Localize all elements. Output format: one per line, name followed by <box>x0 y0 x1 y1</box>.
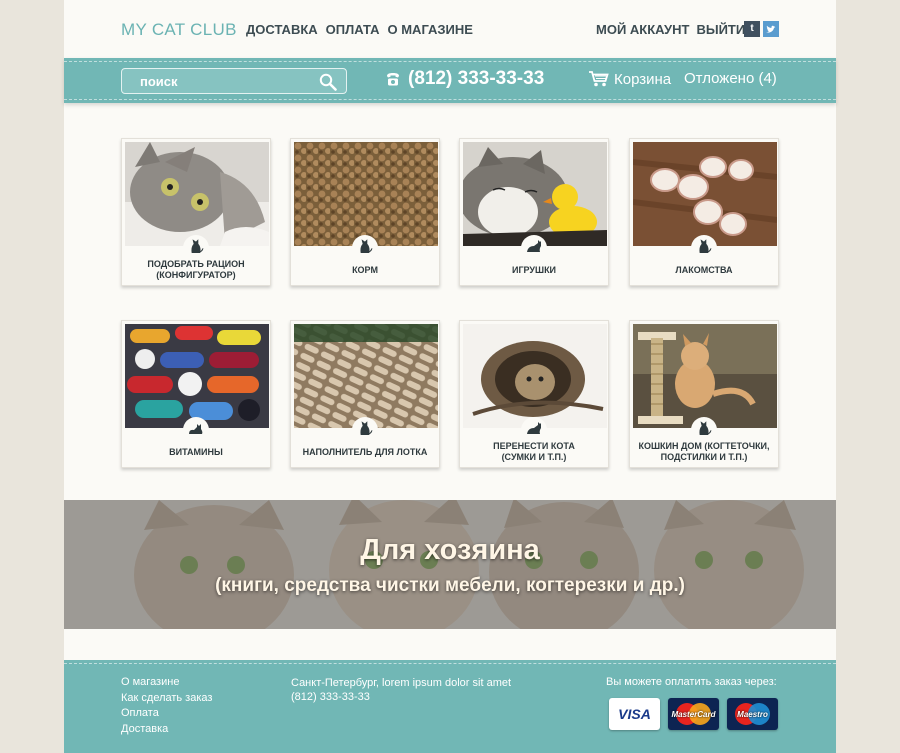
category-tile-treats[interactable]: ЛАКОМСТВА <box>629 138 779 286</box>
category-label: КОРМ <box>352 264 378 275</box>
cat-carrier-photo <box>463 324 607 428</box>
twitter-icon[interactable] <box>763 21 779 37</box>
payment-methods-text: Вы можете оплатить заказ через: <box>606 676 777 688</box>
cart-icon <box>589 71 609 87</box>
category-tile-toys[interactable]: ИГРУШКИ <box>459 138 609 286</box>
cat-sitting-icon <box>691 417 717 437</box>
cat-lying-photo <box>125 142 269 246</box>
social-links: t <box>744 21 779 37</box>
search-input[interactable]: поиск <box>121 68 347 94</box>
category-label: ЛАКОМСТВА <box>675 264 733 275</box>
cat-crouching-icon <box>521 417 547 437</box>
logout-link[interactable]: ВЫЙТИ <box>696 22 745 37</box>
saved-items-link[interactable]: Отложено (4) <box>684 70 777 87</box>
account-nav: МОЙ АККАУНТ ВЫЙТИ <box>596 22 745 37</box>
category-tile-litter[interactable]: НАПОЛНИТЕЛЬ ДЛЯ ЛОТКА <box>290 320 440 468</box>
footer-link-how-to-order[interactable]: Как сделать заказ <box>121 692 212 706</box>
category-label: ПЕРЕНЕСТИ КОТА (СУМКИ И Т.П.) <box>493 441 575 462</box>
category-tile-food[interactable]: КОРМ <box>290 138 440 286</box>
phone-block[interactable]: (812) 333-33-33 <box>384 68 544 90</box>
nav-payment-link[interactable]: ОПЛАТА <box>326 22 380 37</box>
footer-phone[interactable]: (812) 333-33-33 <box>291 691 511 705</box>
category-tile-carriers[interactable]: ПЕРЕНЕСТИ КОТА (СУМКИ И Т.П.) <box>459 320 609 468</box>
search-placeholder: поиск <box>140 74 178 89</box>
nav-about-link[interactable]: О МАГАЗИНЕ <box>388 22 473 37</box>
cat-crouching-icon <box>521 235 547 255</box>
footer-link-delivery[interactable]: Доставка <box>121 723 212 737</box>
page: MY CAT CLUB ДОСТАВКА ОПЛАТА О МАГАЗИНЕ М… <box>64 0 836 753</box>
cat-sitting-icon <box>352 235 378 255</box>
toolbar: поиск (812) 333-33-33 Корзина Отложено (… <box>64 58 836 103</box>
visa-icon: VISA <box>609 698 660 730</box>
mastercard-icon: MasterCard <box>668 698 719 730</box>
my-account-link[interactable]: МОЙ АККАУНТ <box>596 22 689 37</box>
cart-link[interactable]: Корзина <box>588 70 671 88</box>
search-icon[interactable] <box>319 73 337 91</box>
category-tile-vitamins[interactable]: ВИТАМИНЫ <box>121 320 271 468</box>
phone-icon <box>387 73 399 86</box>
dry-food-photo <box>294 142 438 246</box>
phone-number: (812) 333-33-33 <box>408 68 545 89</box>
banner-subtitle: (книги, средства чистки мебели, когтерез… <box>215 575 685 596</box>
nav-delivery-link[interactable]: ДОСТАВКА <box>246 22 318 37</box>
category-label: ПОДОБРАТЬ РАЦИОН (КОНФИГУРАТОР) <box>147 259 245 280</box>
top-nav: ДОСТАВКА ОПЛАТА О МАГАЗИНЕ <box>246 22 473 37</box>
mastercard-label: MasterCard <box>671 709 716 719</box>
footer-address: Санкт-Петербург, lorem ipsum dolor sit a… <box>291 677 512 689</box>
tumblr-icon[interactable]: t <box>744 21 760 37</box>
litter-pellets-photo <box>294 324 438 428</box>
category-label: КОШКИН ДОМ (КОГТЕТОЧКИ, ПОДСТИЛКИ И Т.П.… <box>638 441 770 462</box>
footer-link-payment[interactable]: Оплата <box>121 707 212 721</box>
cat-sitting-icon <box>352 417 378 437</box>
site-logo[interactable]: MY CAT CLUB <box>121 20 237 40</box>
cart-label: Корзина <box>614 70 672 88</box>
payment-cards: VISA MasterCard Maestro <box>609 698 778 730</box>
banner-title: Для хозяина <box>360 534 540 566</box>
footer-contacts: Санкт-Петербург, lorem ipsum dolor sit a… <box>291 677 511 704</box>
owner-products-banner[interactable]: Для хозяина (книги, средства чистки мебе… <box>64 500 836 629</box>
maestro-icon: Maestro <box>727 698 778 730</box>
maestro-label: Maestro <box>737 709 768 719</box>
cat-with-duck-photo <box>463 142 607 246</box>
category-tile-cat-house[interactable]: КОШКИН ДОМ (КОГТЕТОЧКИ, ПОДСТИЛКИ И Т.П.… <box>629 320 779 468</box>
cat-lying-icon <box>183 417 209 437</box>
footer-links: О магазине Как сделать заказ Оплата Дост… <box>121 676 212 736</box>
treats-photo <box>633 142 777 246</box>
cat-sitting-icon <box>183 235 209 255</box>
category-tile-diet[interactable]: ПОДОБРАТЬ РАЦИОН (КОНФИГУРАТОР) <box>121 138 271 286</box>
footer: О магазине Как сделать заказ Оплата Дост… <box>64 660 836 753</box>
category-label: НАПОЛНИТЕЛЬ ДЛЯ ЛОТКА <box>302 446 428 457</box>
pills-photo <box>125 324 269 428</box>
kitten-scratching-post-photo <box>633 324 777 428</box>
category-label: ИГРУШКИ <box>511 264 557 275</box>
cat-sitting-icon <box>691 235 717 255</box>
category-label: ВИТАМИНЫ <box>169 446 223 457</box>
footer-link-about[interactable]: О магазине <box>121 676 212 690</box>
